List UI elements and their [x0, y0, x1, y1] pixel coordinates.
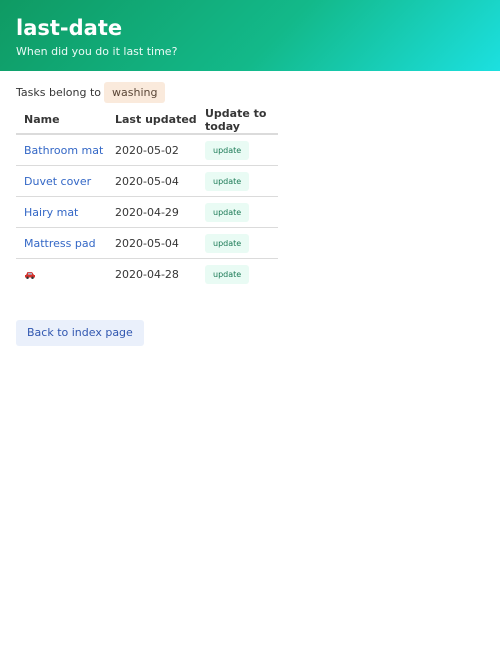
task-name-cell [16, 259, 107, 290]
category-label: Tasks belong to [16, 86, 101, 99]
last-updated-cell: 2020-05-04 [107, 165, 197, 197]
last-updated-cell: 2020-05-04 [107, 227, 197, 259]
column-header-last-updated: Last updated [107, 106, 197, 135]
update-button[interactable]: update [205, 202, 250, 222]
table-row: 2020-04-28 update [16, 259, 278, 290]
last-updated-cell: 2020-04-28 [115, 267, 179, 281]
update-cell: update [197, 165, 278, 197]
update-cell: update [197, 259, 278, 290]
last-updated-cell: 2020-04-29 [107, 196, 197, 228]
table-row: Duvet cover 2020-05-04 update [16, 165, 278, 197]
tasks-table: Name Last updated Update to today Bathro… [16, 106, 278, 289]
table-row: Mattress pad 2020-05-04 update [16, 227, 278, 259]
table-row: Bathroom mat 2020-05-02 update [16, 134, 278, 166]
task-name-cell: Mattress pad [16, 227, 107, 259]
page-title: last-date [16, 16, 123, 40]
update-button[interactable]: update [205, 140, 250, 160]
red-car-icon [25, 271, 35, 279]
task-link-hairy-mat[interactable]: Hairy mat [24, 206, 78, 219]
task-link-car[interactable] [24, 268, 36, 281]
update-button[interactable]: update [205, 233, 250, 253]
table-header-row: Name Last updated Update to today [16, 106, 278, 135]
column-header-update: Update to today [197, 106, 278, 135]
update-cell: update [197, 134, 278, 166]
task-name-cell: Bathroom mat [16, 134, 107, 166]
table-row: Hairy mat 2020-04-29 update [16, 196, 278, 228]
update-cell: update [197, 227, 278, 259]
task-link-mattress-pad[interactable]: Mattress pad [24, 237, 96, 250]
page-subtitle: When did you do it last time? [16, 45, 178, 58]
category-row: Tasks belong to washing [16, 82, 484, 103]
update-button[interactable]: update [205, 264, 250, 284]
task-name-cell: Duvet cover [16, 165, 107, 197]
task-name-cell: Hairy mat [16, 196, 107, 228]
column-header-name: Name [16, 106, 107, 135]
update-button[interactable]: update [205, 171, 250, 191]
last-updated-cell: 2020-05-02 [107, 134, 197, 166]
back-to-index-button[interactable]: Back to index page [16, 320, 144, 346]
main-content: Tasks belong to washing Name Last update… [0, 71, 500, 346]
task-link-duvet-cover[interactable]: Duvet cover [24, 175, 91, 188]
app-header: last-date When did you do it last time? [0, 0, 500, 71]
category-tag: washing [104, 82, 166, 103]
task-link-bathroom-mat[interactable]: Bathroom mat [24, 144, 103, 157]
update-cell: update [197, 196, 278, 228]
